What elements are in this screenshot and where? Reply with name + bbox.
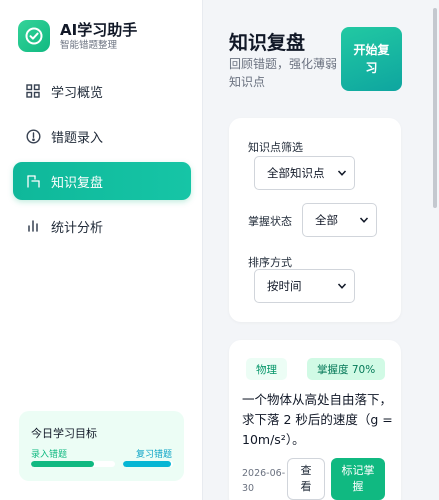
page-description: 回顾错题，强化薄弱知识点 bbox=[229, 57, 338, 89]
chevron-down-icon bbox=[337, 170, 347, 176]
start-review-button[interactable]: 开始复习 bbox=[341, 27, 402, 91]
brand-title: AI学习助手 bbox=[60, 20, 138, 39]
filter-card: 知识点筛选 全部知识点 掌握状态 全部 排序方式 按时间 bbox=[229, 118, 401, 322]
sidebar-item-label: 统计分析 bbox=[51, 220, 104, 236]
view-button[interactable]: 查看 bbox=[287, 458, 325, 500]
subject-tag: 物理 bbox=[246, 358, 287, 380]
knowledge-filter-label: 知识点筛选 bbox=[248, 141, 303, 154]
sort-select[interactable]: 按时间 bbox=[254, 269, 355, 303]
sidebar-item-label: 知识复盘 bbox=[51, 175, 104, 191]
brand[interactable]: AI学习助手 智能错题整理 bbox=[18, 20, 137, 52]
check-circle-icon bbox=[18, 20, 50, 52]
sidebar-nav: 学习概览 错题录入 知识复盘 统计分析 bbox=[13, 72, 191, 252]
grid-icon bbox=[25, 83, 41, 99]
mastery-badge: 掌握度 70% bbox=[307, 358, 386, 380]
main-content: 知识复盘 回顾错题，强化薄弱知识点 开始复习 知识点筛选 全部知识点 掌握状态 … bbox=[204, 0, 439, 500]
chevron-down-icon bbox=[337, 283, 347, 289]
brand-subtitle: 智能错题整理 bbox=[60, 39, 118, 51]
chevron-down-icon bbox=[359, 217, 369, 223]
sidebar-item-label: 错题录入 bbox=[51, 130, 104, 146]
page-title: 知识复盘 bbox=[229, 32, 306, 54]
mastery-select[interactable]: 全部 bbox=[302, 203, 377, 237]
sidebar-item-stats[interactable]: 统计分析 bbox=[13, 207, 191, 245]
review-icon bbox=[25, 173, 41, 189]
sidebar-item-overview[interactable]: 学习概览 bbox=[13, 72, 191, 110]
goal-entry-label: 录入错题 bbox=[31, 450, 68, 460]
sort-select-value: 按时间 bbox=[267, 279, 302, 293]
question-card[interactable]: 物理 掌握度 70% 一个物体从高处自由落下，求下落 2 秒后的速度（g = 1… bbox=[229, 340, 401, 500]
question-date: 2026-06-30 bbox=[242, 468, 286, 494]
knowledge-select-value: 全部知识点 bbox=[267, 166, 325, 180]
alert-circle-icon bbox=[25, 128, 41, 144]
goal-review-label: 复习错题 bbox=[135, 450, 172, 460]
sort-label: 排序方式 bbox=[248, 256, 292, 269]
mastery-select-value: 全部 bbox=[315, 213, 338, 227]
sidebar: AI学习助手 智能错题整理 学习概览 错题录入 知识复盘 统计分析 今日学习目标… bbox=[0, 0, 203, 500]
daily-goal-card: 今日学习目标 录入错题 复习错题 bbox=[19, 411, 184, 481]
sidebar-item-review[interactable]: 知识复盘 bbox=[13, 162, 191, 200]
question-text: 一个物体从高处自由落下，求下落 2 秒后的速度（g = 10m/s²）。 bbox=[242, 392, 393, 447]
goal-review-progress bbox=[123, 461, 173, 467]
mark-mastered-button[interactable]: 标记掌握 bbox=[331, 458, 385, 500]
goal-entry-progress bbox=[31, 461, 115, 467]
sidebar-item-entry[interactable]: 错题录入 bbox=[13, 117, 191, 155]
scrollbar-thumb[interactable] bbox=[433, 8, 437, 208]
bar-chart-icon bbox=[25, 218, 41, 234]
mastery-filter-label: 掌握状态 bbox=[248, 215, 292, 228]
goal-title: 今日学习目标 bbox=[31, 427, 97, 440]
sidebar-item-label: 学习概览 bbox=[51, 85, 104, 101]
knowledge-select[interactable]: 全部知识点 bbox=[254, 156, 355, 190]
